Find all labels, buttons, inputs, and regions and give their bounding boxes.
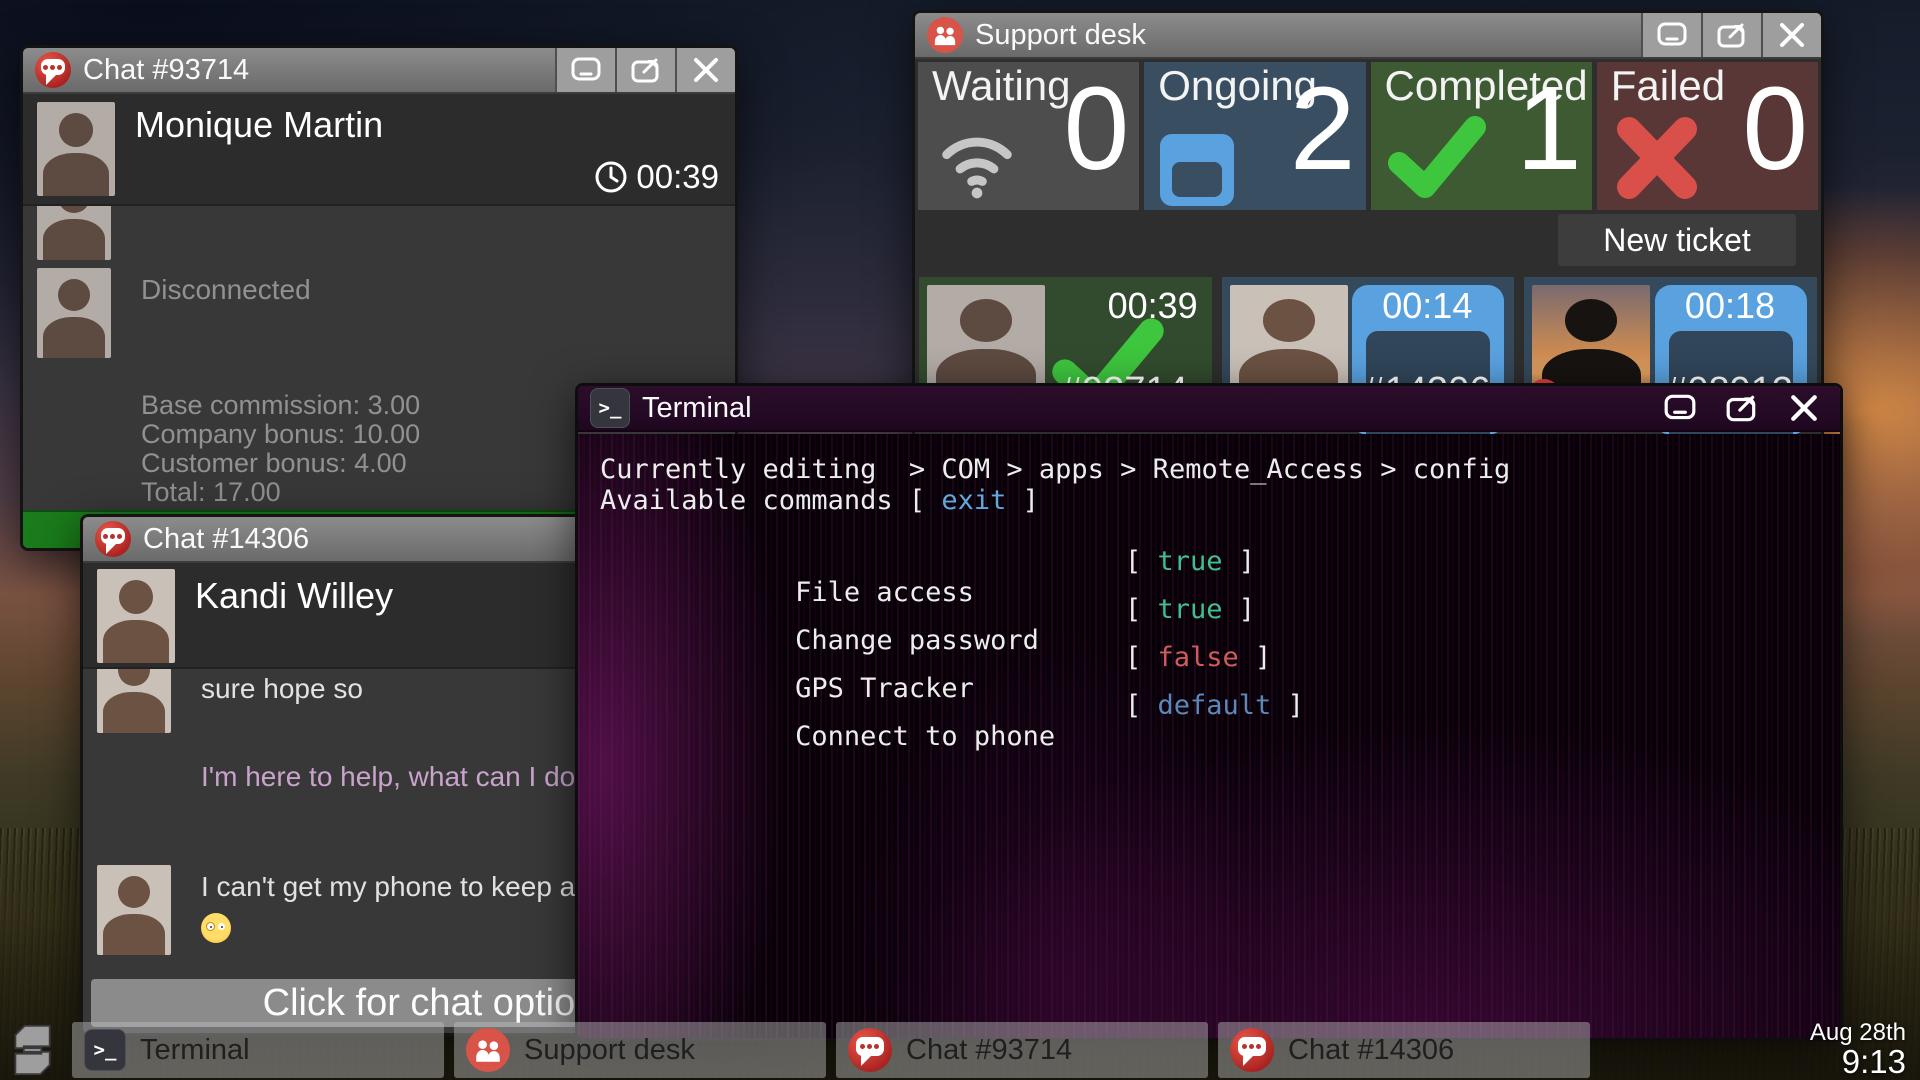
- close-icon[interactable]: [1778, 386, 1830, 430]
- chat-bubble-icon: [848, 1028, 892, 1072]
- stat-failed: Failed 0: [1596, 62, 1818, 210]
- support-desk-titlebar[interactable]: Support desk: [915, 13, 1821, 59]
- avatar-monique: [37, 206, 111, 260]
- avatar-monique: [37, 268, 111, 358]
- window-title: Chat #14306: [143, 522, 310, 555]
- popout-button[interactable]: [615, 48, 675, 92]
- popout-button[interactable]: [1701, 13, 1761, 57]
- chat-timer-value: 00:39: [636, 158, 719, 195]
- flushed-face-emoji: [201, 913, 231, 943]
- clock-area: Aug 28th 9:13: [1810, 1020, 1906, 1080]
- terminal-titlebar[interactable]: >_ Terminal: [578, 386, 1840, 432]
- close-icon[interactable]: [1761, 13, 1821, 57]
- avatar-kandi: [97, 569, 175, 663]
- cross-icon: [1613, 115, 1701, 206]
- terminal-commands-line: Available commands [ exit ]: [600, 485, 1039, 516]
- stat-waiting: Waiting 0: [918, 62, 1140, 210]
- chat-customer-header: Monique Martin 00:39: [23, 94, 735, 206]
- taskbar-time: 9:13: [1841, 1043, 1906, 1080]
- taskbar-item-support-desk[interactable]: Support desk: [454, 1022, 826, 1078]
- taskbar-item-label: Terminal: [140, 1033, 250, 1066]
- taskbar-item-label: Chat #14306: [1288, 1033, 1455, 1066]
- support-stats-row: Waiting 0 Ongoing 2 Completed 1 Failed 0: [915, 59, 1821, 213]
- stat-label: Waiting: [932, 62, 1071, 109]
- ticket-timer: 00:18: [1684, 285, 1776, 326]
- chat-timer: 00:39: [594, 158, 719, 196]
- setting-value[interactable]: [ true ]: [1125, 594, 1255, 625]
- minimize-button[interactable]: [1641, 13, 1701, 57]
- chat-bubble-icon: [1230, 1028, 1274, 1072]
- chat-93714-titlebar[interactable]: Chat #93714: [23, 48, 735, 94]
- wifi-icon: [934, 119, 1020, 206]
- stat-value: 2: [1289, 63, 1356, 195]
- ticket-timer: 00:39: [1107, 285, 1198, 326]
- avatar-kandi: [97, 865, 171, 955]
- commission-line: Customer bonus: 4.00: [141, 448, 407, 478]
- terminal-icon: >_: [590, 388, 630, 428]
- agent-message: I'm here to help, what can I do for: [201, 761, 616, 792]
- taskbar-date: Aug 28th: [1809, 1019, 1906, 1047]
- stat-value: 1: [1516, 63, 1582, 195]
- chat-bubble-icon: [95, 521, 131, 557]
- popout-button[interactable]: [1716, 386, 1768, 430]
- setting-gps-tracker: GPS Tracker [ false ]: [600, 642, 1830, 704]
- stat-value: 0: [1742, 63, 1808, 195]
- chat-bubble-icon: [35, 52, 71, 88]
- commission-line: Base commission: 3.00: [141, 390, 421, 420]
- exit-command[interactable]: exit: [941, 485, 1006, 516]
- new-ticket-button[interactable]: New ticket: [1558, 214, 1796, 266]
- customer-message: I can't get my phone to keep a cha: [201, 871, 629, 902]
- taskbar: >_ Terminal Support desk Chat #93714 Cha…: [0, 1020, 1920, 1080]
- stat-label: Failed: [1610, 62, 1726, 109]
- stat-ongoing: Ongoing 2: [1144, 62, 1366, 210]
- taskbar-item-chat-14306[interactable]: Chat #14306: [1218, 1022, 1590, 1078]
- terminal-breadcrumb: Currently editing > COM > apps > Remote_…: [600, 454, 1511, 485]
- setting-file-access: File access [ true ]: [600, 546, 1830, 608]
- setting-connect-to-phone: Connect to phone [ default ]: [600, 690, 1830, 752]
- support-desk-icon: [466, 1028, 510, 1072]
- terminal-output: Currently editing > COM > apps > Remote_…: [578, 434, 1840, 1038]
- taskbar-item-terminal[interactable]: >_ Terminal: [72, 1022, 444, 1078]
- taskbar-item-chat-93714[interactable]: Chat #93714: [836, 1022, 1208, 1078]
- status-message: Disconnected: [141, 274, 311, 305]
- minimize-button[interactable]: [555, 48, 615, 92]
- ticket-timer: 00:14: [1382, 285, 1473, 326]
- terminal-icon: >_: [84, 1029, 126, 1071]
- window-title: Terminal: [642, 391, 752, 424]
- window-title: Chat #93714: [83, 53, 250, 86]
- support-desk-icon: [927, 17, 963, 53]
- avatar-kandi: [97, 669, 171, 733]
- customer-message: sure hope so: [201, 673, 363, 704]
- setting-value[interactable]: [ default ]: [1125, 690, 1304, 721]
- commission-line: Total: 17.00: [141, 477, 281, 507]
- check-icon: [1387, 113, 1487, 206]
- setting-name: Connect to phone: [795, 721, 1056, 752]
- window-icon: [1160, 134, 1235, 206]
- stat-completed: Completed 1: [1370, 62, 1592, 210]
- minimize-button[interactable]: [1654, 386, 1706, 430]
- close-icon[interactable]: [675, 48, 735, 92]
- avatar-monique: [37, 102, 115, 196]
- stat-value: 0: [1063, 63, 1130, 195]
- commission-line: Company bonus: 10.00: [141, 419, 421, 449]
- clock-icon: [595, 161, 627, 193]
- taskbar-item-label: Chat #93714: [906, 1033, 1073, 1066]
- window-terminal: >_ Terminal Currently editing > COM > ap…: [575, 383, 1843, 1041]
- taskbar-item-label: Support desk: [524, 1033, 695, 1066]
- customer-name: Monique Martin: [135, 104, 384, 145]
- setting-value[interactable]: [ false ]: [1125, 642, 1271, 673]
- window-title: Support desk: [975, 18, 1146, 51]
- game-logo-icon: [10, 1022, 62, 1078]
- setting-value[interactable]: [ true ]: [1125, 546, 1255, 577]
- customer-name: Kandi Willey: [195, 575, 394, 616]
- desktop: Chat #93714 Monique Martin 00:39 Disconn…: [0, 0, 1920, 1080]
- setting-change-password: Change password [ true ]: [600, 594, 1830, 656]
